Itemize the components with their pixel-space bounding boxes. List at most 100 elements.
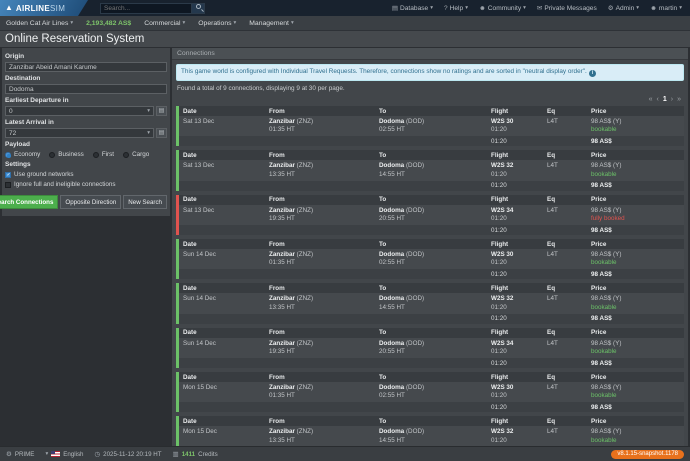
radio-first[interactable]: First — [92, 151, 114, 158]
connection-row: Date From To Flight Eq Price Sat 13 Dec … — [176, 106, 684, 147]
total-duration: 01:20 — [491, 226, 507, 234]
connection-equipment: L4T — [547, 339, 558, 347]
flight-number-link[interactable]: W2S 32 — [491, 295, 513, 302]
col-date: Date — [183, 373, 197, 381]
chevron-down-icon: ▾ — [182, 20, 186, 26]
flight-number-link[interactable]: W2S 30 — [491, 118, 513, 125]
col-eq: Eq — [547, 373, 556, 381]
version-badge[interactable]: v8.1.15-snapshot.1178 — [611, 449, 684, 459]
earliest-departure-picker-button[interactable]: ▤ — [156, 106, 167, 116]
connection-row-summary: 01:20 98 AS$ — [179, 269, 684, 280]
new-search-button[interactable]: New Search — [123, 195, 167, 209]
latest-arrival-picker-button[interactable]: ▤ — [156, 128, 167, 138]
prime-link[interactable]: ⚙ PRIME — [6, 450, 34, 459]
connection-row-header: Date From To Flight Eq Price — [179, 372, 684, 383]
connection-row-header: Date From To Flight Eq Price — [179, 106, 684, 116]
payload-options: Economy Business First Cargo — [5, 151, 167, 158]
menu-operations[interactable]: Operations ▾ — [198, 20, 236, 27]
topnav-help[interactable]: ? Help ▾ — [444, 5, 468, 12]
radio-cargo[interactable]: Cargo — [123, 151, 149, 158]
connection-to: Dodoma (DOD) 14:55 HT — [379, 162, 425, 178]
search-connections-button[interactable]: Search Connections — [0, 195, 59, 209]
community-icon: ☻ — [478, 4, 486, 12]
connection-price: 98 AS$ (Y) bookable — [591, 339, 622, 355]
checkbox-use-ground-networks[interactable]: Use ground networks — [5, 171, 167, 178]
connection-price: 98 AS$ (Y) bookable — [591, 118, 622, 134]
connection-price: 98 AS$ (Y) bookable — [591, 162, 622, 178]
col-date: Date — [183, 329, 197, 337]
credits-indicator[interactable]: ▥ 1411 Credits — [173, 450, 218, 459]
connection-row-header: Date From To Flight Eq Price — [179, 283, 684, 294]
connection-row: Date From To Flight Eq Price Sun 14 Dec … — [176, 239, 684, 280]
flight-number-link[interactable]: W2S 30 — [491, 251, 513, 258]
connection-price: 98 AS$ (Y) bookable — [591, 251, 622, 267]
chevron-down-icon: ▾ — [430, 5, 433, 11]
connection-price: 98 AS$ (Y) bookable — [591, 428, 622, 444]
user-icon: ☻ — [650, 4, 657, 12]
flight-number-link[interactable]: W2S 32 — [491, 162, 513, 169]
connection-row-data: Sat 13 Dec Zanzibar (ZNZ) 01:35 HT Dodoma… — [179, 116, 684, 137]
col-from: From — [269, 417, 285, 425]
checkbox-ignore-full-connections[interactable]: Ignore full and ineligible connections — [5, 181, 167, 188]
airline-menu[interactable]: Golden Cat Air Lines ▾ — [6, 20, 73, 27]
search-button[interactable] — [192, 2, 205, 14]
radio-business[interactable]: Business — [49, 151, 84, 158]
total-price: 98 AS$ — [591, 359, 612, 367]
col-to: To — [379, 373, 387, 381]
flight-number-link[interactable]: W2S 34 — [491, 207, 513, 214]
database-icon: ▤ — [391, 5, 398, 12]
connection-to: Dodoma (DOD) 02:55 HT — [379, 251, 425, 267]
availability-status: fully booked — [591, 214, 625, 222]
connection-to: Dodoma (DOD) 20:55 HT — [379, 339, 425, 355]
topnav-community[interactable]: ☻ Community ▾ — [479, 5, 526, 12]
radio-economy[interactable]: Economy — [5, 151, 40, 158]
pagination-item[interactable]: ‹ — [657, 96, 659, 103]
topnav-martin[interactable]: ☻ martin ▾ — [650, 5, 682, 12]
total-price: 98 AS$ — [591, 270, 612, 278]
topnav-database[interactable]: ▤ Database ▾ — [391, 4, 433, 13]
origin-input[interactable] — [5, 62, 167, 72]
latest-arrival-label: Latest Arrival in — [5, 119, 54, 126]
menu-commercial[interactable]: Commercial ▾ — [144, 20, 185, 27]
col-to: To — [379, 417, 387, 425]
connection-from: Zanzibar (ZNZ) 13:35 HT — [269, 428, 314, 444]
connection-row-data: Sat 13 Dec Zanzibar (ZNZ) 13:35 HT Dodoma… — [179, 160, 684, 181]
info-icon[interactable]: i — [588, 70, 596, 77]
flight-number-link[interactable]: W2S 34 — [491, 340, 513, 347]
pagination-item[interactable]: » — [677, 96, 681, 103]
search-input[interactable] — [100, 2, 192, 14]
col-to: To — [379, 329, 387, 337]
pagination-item[interactable]: « — [649, 96, 653, 103]
col-eq: Eq — [547, 107, 556, 115]
top-navbar: ▲ AIRLINESIM ▤Database▾ ?Help▾ ☻Community▾… — [0, 0, 690, 16]
connection-row: Date From To Flight Eq Price Sat 13 Dec … — [176, 150, 684, 191]
flight-number-link[interactable]: W2S 30 — [491, 384, 513, 391]
messages-icon: ✉ — [536, 5, 543, 12]
menu-management[interactable]: Management ▾ — [249, 20, 293, 27]
connection-row-header: Date From To Flight Eq Price — [179, 194, 684, 205]
pagination-item[interactable]: 1 — [663, 96, 667, 103]
total-duration: 01:20 — [491, 270, 507, 278]
latest-arrival-select[interactable]: 72 ▾ — [5, 128, 154, 138]
airlinesim-logo[interactable]: ▲ AIRLINESIM — [0, 0, 88, 16]
availability-status: bookable — [591, 303, 617, 311]
chevron-down-icon: ▾ — [290, 20, 294, 26]
connection-date: Sun 14 Dec — [183, 295, 216, 303]
destination-label: Destination — [5, 75, 41, 82]
game-time: ◷ 2025-11-12 20:19 HT — [94, 450, 162, 459]
opposite-direction-button[interactable]: Opposite Direction — [60, 195, 122, 209]
flight-number-link[interactable]: W2S 32 — [491, 428, 513, 435]
destination-input[interactable] — [5, 84, 167, 94]
account-balance[interactable]: 2,193,482 AS$ — [86, 20, 131, 27]
topnav-private-messages[interactable]: ✉ Private Messages — [536, 4, 597, 13]
connection-flight: W2S 34 01:20 — [491, 206, 514, 222]
footer-bar: ⚙ PRIME ▾ English ◷ 2025-11-12 20:19 HT ▥ 14… — [0, 446, 690, 461]
topnav-admin[interactable]: ⚙ Admin ▾ — [608, 4, 639, 13]
col-from: From — [269, 240, 285, 248]
connection-row-summary: 01:20 98 AS$ — [179, 136, 684, 147]
pagination-item[interactable]: › — [671, 96, 673, 103]
earliest-departure-select[interactable]: 0 ▾ — [5, 106, 154, 116]
connection-date: Sun 14 Dec — [183, 251, 216, 259]
language-selector[interactable]: ▾ English — [45, 451, 83, 458]
brand-word: AIRLINE — [15, 3, 51, 13]
